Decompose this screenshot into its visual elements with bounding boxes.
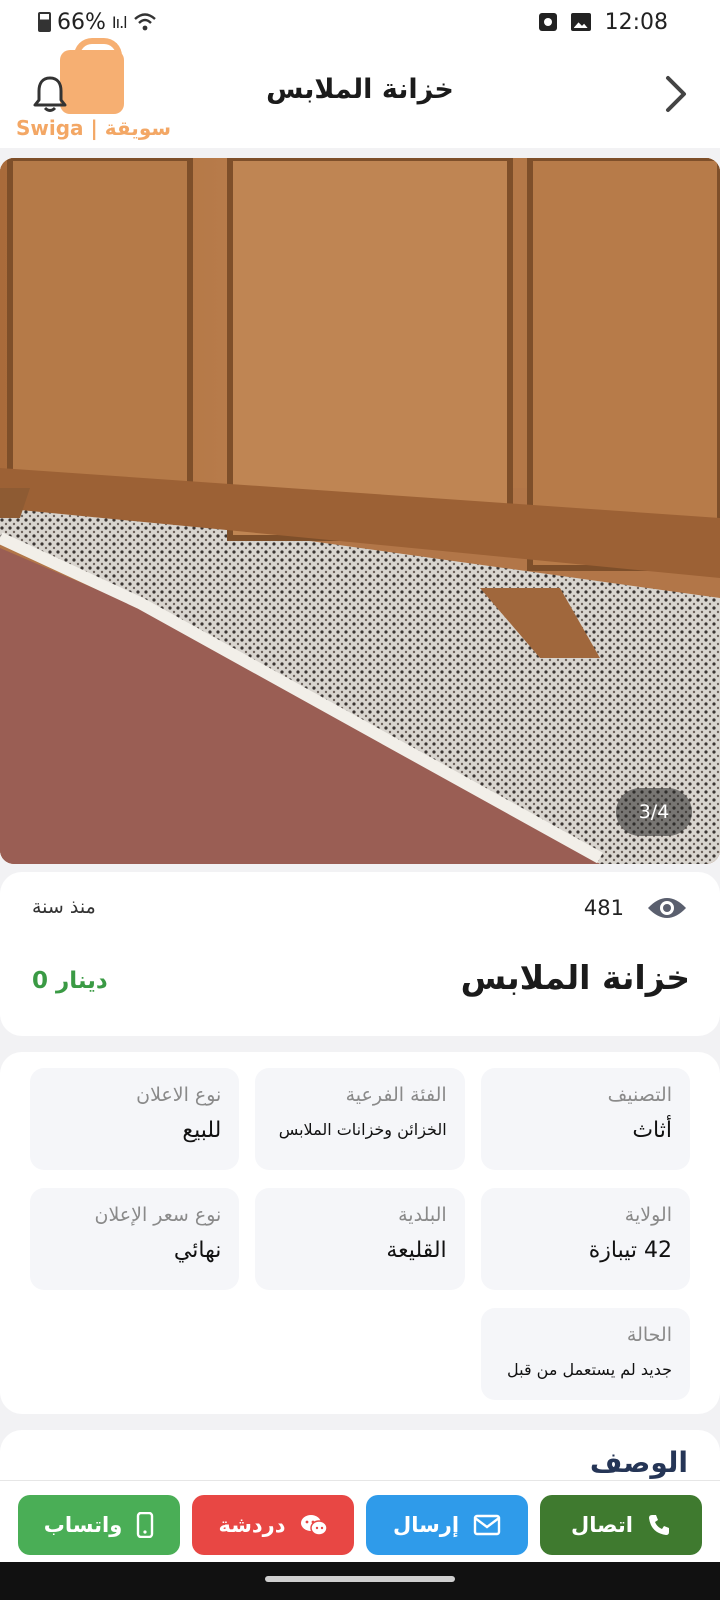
call-button[interactable]: اتصال — [540, 1495, 702, 1555]
wardrobe-photo — [0, 158, 720, 864]
mail-icon — [473, 1514, 501, 1536]
detail-value: للبيع — [182, 1118, 222, 1143]
system-nav-bar — [0, 1562, 720, 1600]
status-right: 12:08 — [538, 9, 668, 35]
photo-counter: 3/4 — [616, 788, 692, 836]
listing-title: خزانة الملابس — [460, 958, 690, 997]
detail-municipality: البلدية القليعة — [255, 1188, 465, 1290]
send-message-button[interactable]: إرسال — [366, 1495, 528, 1555]
detail-value: القليعة — [386, 1238, 447, 1263]
phone-icon — [648, 1515, 669, 1535]
alarm-icon — [538, 13, 557, 31]
chat-bubbles-icon — [300, 1515, 328, 1536]
clock: 12:08 — [604, 9, 668, 35]
description-title: الوصف — [589, 1446, 688, 1479]
views-value: 481 — [583, 896, 624, 920]
detail-value: 42 تيبازة — [588, 1238, 672, 1263]
call-label: اتصال — [571, 1513, 633, 1537]
listing-photo[interactable]: 3/4 — [0, 158, 720, 864]
whatsapp-button[interactable]: واتساب — [18, 1495, 180, 1555]
app-header: Swiga | سويقة خزانة الملابس — [0, 38, 720, 148]
detail-label: نوع الاعلان — [136, 1084, 222, 1106]
wifi-icon — [133, 13, 156, 31]
detail-label: البلدية — [398, 1204, 447, 1226]
details-card: التصنيف أثاث الفئة الفرعية الخزائن وخزان… — [0, 1052, 720, 1414]
send-label: إرسال — [392, 1513, 460, 1537]
page-title: خزانة الملابس — [266, 74, 454, 105]
summary-card: 481 منذ سنة خزانة الملابس 0 دينار — [0, 872, 720, 1036]
action-bar: اتصال إرسال دردشة واتساب — [0, 1480, 720, 1562]
image-icon — [570, 13, 591, 31]
detail-label: الولاية — [624, 1204, 672, 1226]
logo-text: Swiga | سويقة — [16, 116, 172, 140]
detail-subcategory: الفئة الفرعية الخزائن وخزانات الملابس — [255, 1068, 465, 1170]
views-count: 481 — [584, 894, 688, 922]
battery-icon — [38, 12, 51, 32]
detail-label: الحالة — [626, 1324, 672, 1346]
signal-icon: Iı.l — [111, 12, 128, 32]
detail-wilaya: الولاية 42 تيبازة — [480, 1188, 690, 1290]
status-bar: 66% Iı.l 12:08 — [0, 0, 720, 44]
listing-price: 0 دينار — [32, 968, 108, 994]
mobile-phone-icon — [137, 1512, 154, 1538]
detail-value: الخزائن وخزانات الملابس — [278, 1120, 447, 1139]
detail-label: التصنيف — [607, 1084, 672, 1106]
chat-button[interactable]: دردشة — [192, 1495, 354, 1555]
status-left: 66% Iı.l — [38, 10, 157, 35]
detail-label: نوع سعر الإعلان — [94, 1204, 222, 1226]
detail-category: التصنيف أثاث — [480, 1068, 690, 1170]
detail-price-type: نوع سعر الإعلان نهائي — [30, 1188, 240, 1290]
detail-ad-type: نوع الاعلان للبيع — [30, 1068, 240, 1170]
detail-value: نهائي — [173, 1238, 222, 1263]
whatsapp-label: واتساب — [43, 1513, 123, 1537]
home-gesture-handle[interactable] — [265, 1576, 455, 1582]
detail-value: جديد لم يستعمل من قبل — [507, 1360, 672, 1379]
detail-value: أثاث — [632, 1118, 672, 1143]
eye-icon — [648, 898, 686, 918]
detail-label: الفئة الفرعية — [345, 1084, 447, 1106]
details-grid: التصنيف أثاث الفئة الفرعية الخزائن وخزان… — [30, 1068, 690, 1400]
chat-label: دردشة — [218, 1513, 286, 1537]
battery-level: 66% — [57, 9, 106, 35]
chevron-right-icon[interactable] — [662, 72, 690, 116]
detail-condition: الحالة جديد لم يستعمل من قبل — [480, 1308, 690, 1400]
posted-time: منذ سنة — [32, 896, 96, 918]
